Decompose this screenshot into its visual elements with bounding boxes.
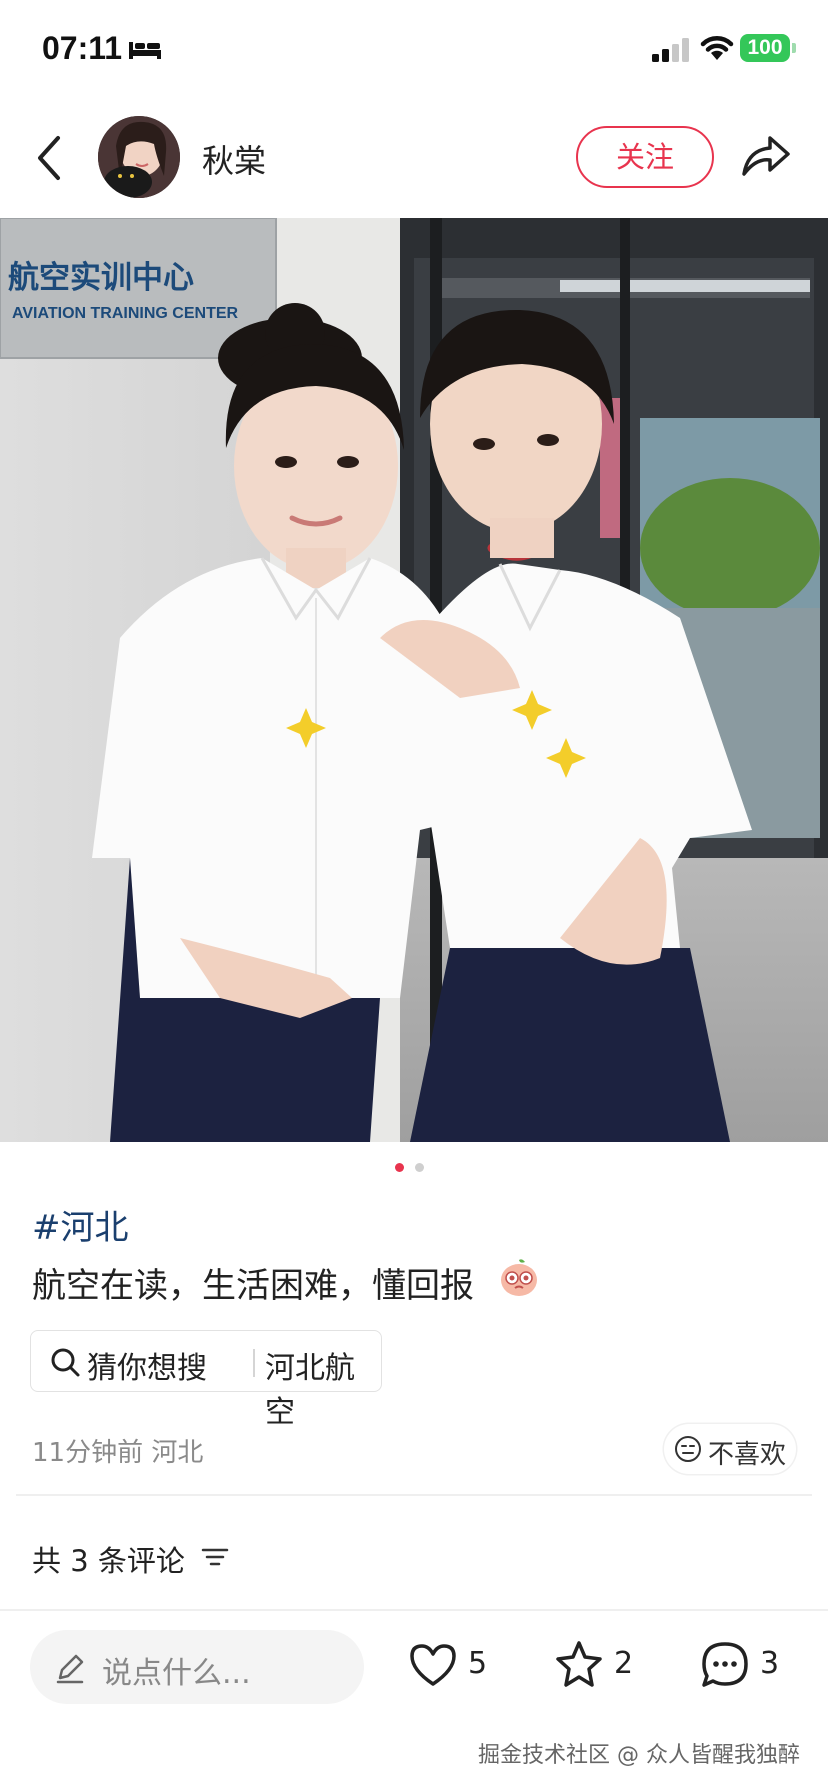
- wifi-icon: [700, 36, 734, 60]
- suggested-search-label: 猜你想搜: [87, 1351, 207, 1386]
- cellular-signal-icon: [652, 38, 689, 62]
- post-header: 秋棠 关注: [0, 100, 828, 218]
- status-bar: 07:11 100: [0, 0, 828, 100]
- share-icon[interactable]: [738, 128, 794, 184]
- chip-divider: [253, 1349, 255, 1377]
- sign-english: AVIATION TRAINING CENTER: [12, 305, 239, 322]
- follow-button[interactable]: 关注: [576, 126, 714, 188]
- star-icon: [556, 1641, 602, 1687]
- post-meta: 11分钟前 河北: [32, 1438, 204, 1468]
- comment-input[interactable]: 说点什么...: [30, 1630, 364, 1704]
- search-icon: [51, 1348, 80, 1377]
- avatar-image: [98, 116, 180, 198]
- bottom-bar-divider: [0, 1609, 828, 1611]
- favorite-count: 2: [614, 1646, 634, 1681]
- heart-icon: [410, 1644, 456, 1686]
- sign-chinese: 航空实训中心: [8, 260, 194, 296]
- post-photo[interactable]: 航空实训中心 AVIATION TRAINING CENTER: [0, 218, 828, 1142]
- watermark: 掘金技术社区 @ 众人皆醒我独醉: [478, 1743, 800, 1768]
- sleep-mode-icon: [129, 42, 161, 59]
- section-divider: [16, 1494, 812, 1496]
- photo-illustration: 航空实训中心 AVIATION TRAINING CENTER: [0, 218, 828, 1142]
- comment-placeholder: 说点什么...: [102, 1656, 251, 1691]
- avatar[interactable]: [98, 116, 180, 198]
- meh-face-icon: [675, 1436, 701, 1462]
- suggested-search-query[interactable]: 河北航空: [265, 1343, 381, 1431]
- suggested-search-chip[interactable]: 猜你想搜 河北航空: [30, 1330, 382, 1430]
- battery-indicator: 100: [740, 34, 790, 62]
- battery-tip: [792, 43, 796, 53]
- comment-count: 3: [760, 1646, 780, 1681]
- comment-bubble-icon: [702, 1642, 748, 1687]
- comment-count-label: 共 3 条评论: [32, 1544, 185, 1578]
- hashtag-link[interactable]: #河北: [32, 1200, 129, 1249]
- page-dot-active[interactable]: [395, 1163, 404, 1172]
- dislike-button[interactable]: 不喜欢: [664, 1424, 796, 1474]
- pencil-icon: [56, 1654, 84, 1684]
- post-text: 航空在读，生活困难，懂回报: [32, 1266, 474, 1306]
- back-button[interactable]: [28, 130, 74, 186]
- sort-icon[interactable]: [200, 1542, 230, 1572]
- status-time: 07:11: [42, 30, 123, 66]
- page-dot[interactable]: [415, 1163, 424, 1172]
- dislike-label: 不喜欢: [708, 1440, 787, 1470]
- like-count: 5: [468, 1646, 488, 1681]
- crying-face-emoji-icon: [501, 1259, 537, 1296]
- username[interactable]: 秋棠: [202, 136, 266, 182]
